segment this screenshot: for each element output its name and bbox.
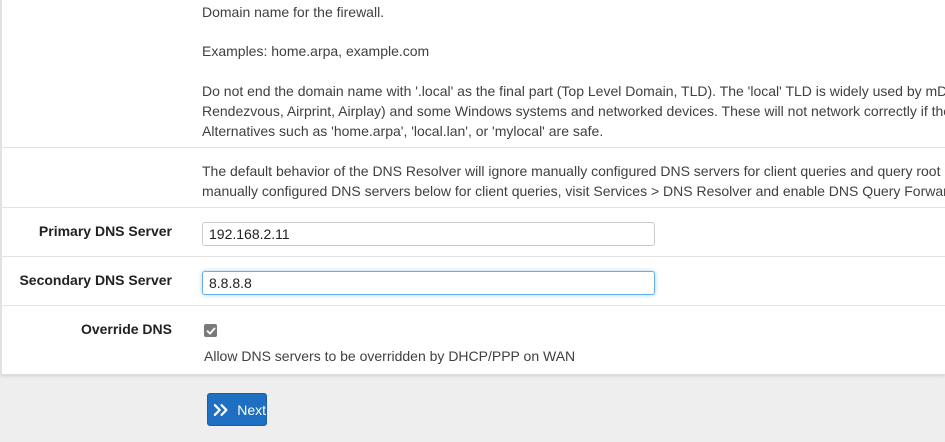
primary-dns-row: Primary DNS Server 192.168.2.11 — [2, 208, 945, 257]
domain-help-warning-line: Do not end the domain name with '.local'… — [202, 83, 945, 99]
secondary-dns-row: Secondary DNS Server 8.8.8.8 — [2, 257, 945, 306]
next-button[interactable]: Next — [207, 393, 267, 426]
secondary-dns-input[interactable]: 8.8.8.8 — [202, 271, 655, 295]
domain-help-text-line: Domain name for the firewall. — [202, 4, 385, 20]
domain-help-row: Domain name for the firewall. Examples: … — [2, 0, 945, 148]
double-chevron-right-icon — [213, 403, 228, 416]
primary-dns-label: Primary DNS Server — [38, 223, 172, 239]
dns-resolver-help-row: The default behavior of the DNS Resolver… — [2, 148, 945, 208]
next-button-label: Next — [237, 401, 266, 418]
override-dns-checkbox[interactable] — [204, 324, 217, 337]
primary-dns-input[interactable]: 192.168.2.11 — [202, 222, 655, 246]
dns-resolver-help-line: The default behavior of the DNS Resolver… — [202, 163, 945, 179]
domain-help-warning-line: Rendezvous, Airprint, Airplay) and some … — [202, 103, 945, 119]
override-dns-row: Override DNS Allow DNS servers to be ove… — [2, 306, 945, 374]
override-dns-description: Allow DNS servers to be overridden by DH… — [204, 348, 576, 364]
domain-help-examples: Examples: home.arpa, example.com — [202, 43, 430, 59]
setup-wizard-panel: Domain name for the firewall. Examples: … — [0, 0, 945, 375]
secondary-dns-label: Secondary DNS Server — [19, 272, 172, 288]
checkmark-icon — [206, 327, 215, 334]
dns-resolver-help-line: manually configured DNS servers below fo… — [202, 183, 945, 199]
override-dns-label: Override DNS — [80, 321, 172, 337]
domain-help-warning-line: Alternatives such as 'home.arpa', 'local… — [202, 123, 604, 139]
